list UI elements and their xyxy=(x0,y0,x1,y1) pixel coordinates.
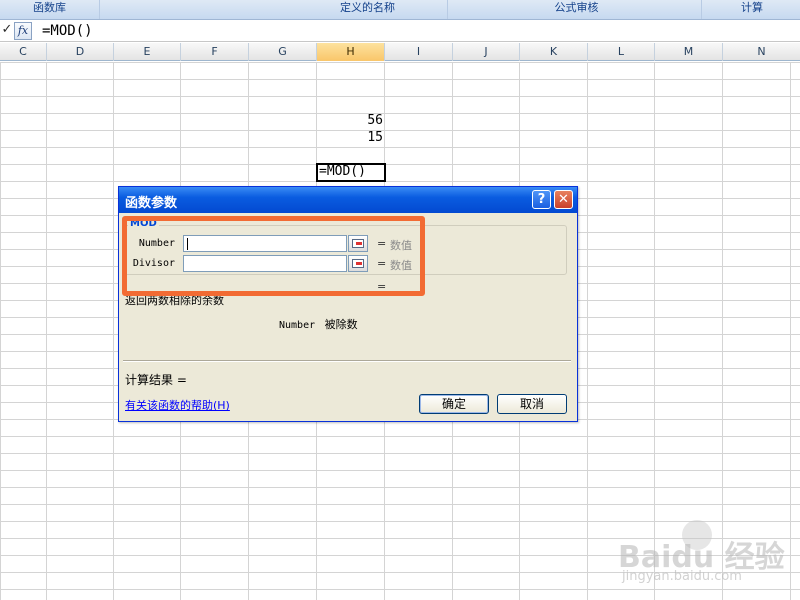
active-cell[interactable]: =MOD() xyxy=(316,163,386,182)
column-header-i[interactable]: I xyxy=(385,43,453,61)
column-header-n[interactable]: N xyxy=(723,43,800,61)
ribbon-group-calculation[interactable]: 计算 xyxy=(704,0,800,19)
column-header-h[interactable]: H xyxy=(317,43,385,61)
formula-input[interactable]: =MOD() xyxy=(42,22,93,40)
insert-function-icon[interactable]: fx xyxy=(14,22,32,40)
function-help-link[interactable]: 有关该函数的帮助(H) xyxy=(125,397,230,413)
ok-button[interactable]: 确定 xyxy=(419,394,489,414)
ribbon-group-formula-auditing[interactable]: 公式审核 xyxy=(452,0,702,19)
watermark-url: jingyan.baidu.com xyxy=(622,569,742,584)
enter-check-icon[interactable]: ✓ xyxy=(0,22,14,40)
column-header-f[interactable]: F xyxy=(181,43,249,61)
calculation-result-label: 计算结果 = xyxy=(125,373,187,387)
baidu-jingyan-watermark: Baidu 经验 jingyan.baidu.com xyxy=(612,516,792,596)
ribbon-group-bar: 函数库 定义的名称 公式审核 计算 xyxy=(0,0,800,20)
column-header-e[interactable]: E xyxy=(114,43,181,61)
dialog-titlebar[interactable]: 函数参数 ? ✕ xyxy=(119,187,577,213)
column-header-k[interactable]: K xyxy=(520,43,588,61)
annotation-highlight-box xyxy=(122,216,425,296)
column-header-l[interactable]: L xyxy=(588,43,655,61)
ribbon-group-function-library[interactable]: 函数库 xyxy=(0,0,100,19)
argument-description-text: 被除数 xyxy=(324,318,358,331)
argument-description-name: Number xyxy=(279,320,316,331)
column-header-j[interactable]: J xyxy=(453,43,520,61)
dialog-separator xyxy=(123,360,571,362)
column-headers: C D E F G H I J K L M N xyxy=(0,43,800,61)
help-icon[interactable]: ? xyxy=(532,190,551,209)
column-header-d[interactable]: D xyxy=(47,43,114,61)
column-header-g[interactable]: G xyxy=(249,43,317,61)
column-header-c[interactable]: C xyxy=(0,43,47,61)
cell-h-value-15[interactable]: 15 xyxy=(317,130,383,145)
argument-description: Number 被除数 xyxy=(279,316,358,332)
cancel-button[interactable]: 取消 xyxy=(497,394,567,414)
column-header-m[interactable]: M xyxy=(655,43,723,61)
cell-h-value-56[interactable]: 56 xyxy=(317,113,383,128)
dialog-title: 函数参数 xyxy=(125,196,178,211)
formula-bar: ✓ fx =MOD() xyxy=(0,20,800,42)
ribbon-group-defined-names[interactable]: 定义的名称 xyxy=(288,0,448,19)
close-icon[interactable]: ✕ xyxy=(554,190,573,209)
